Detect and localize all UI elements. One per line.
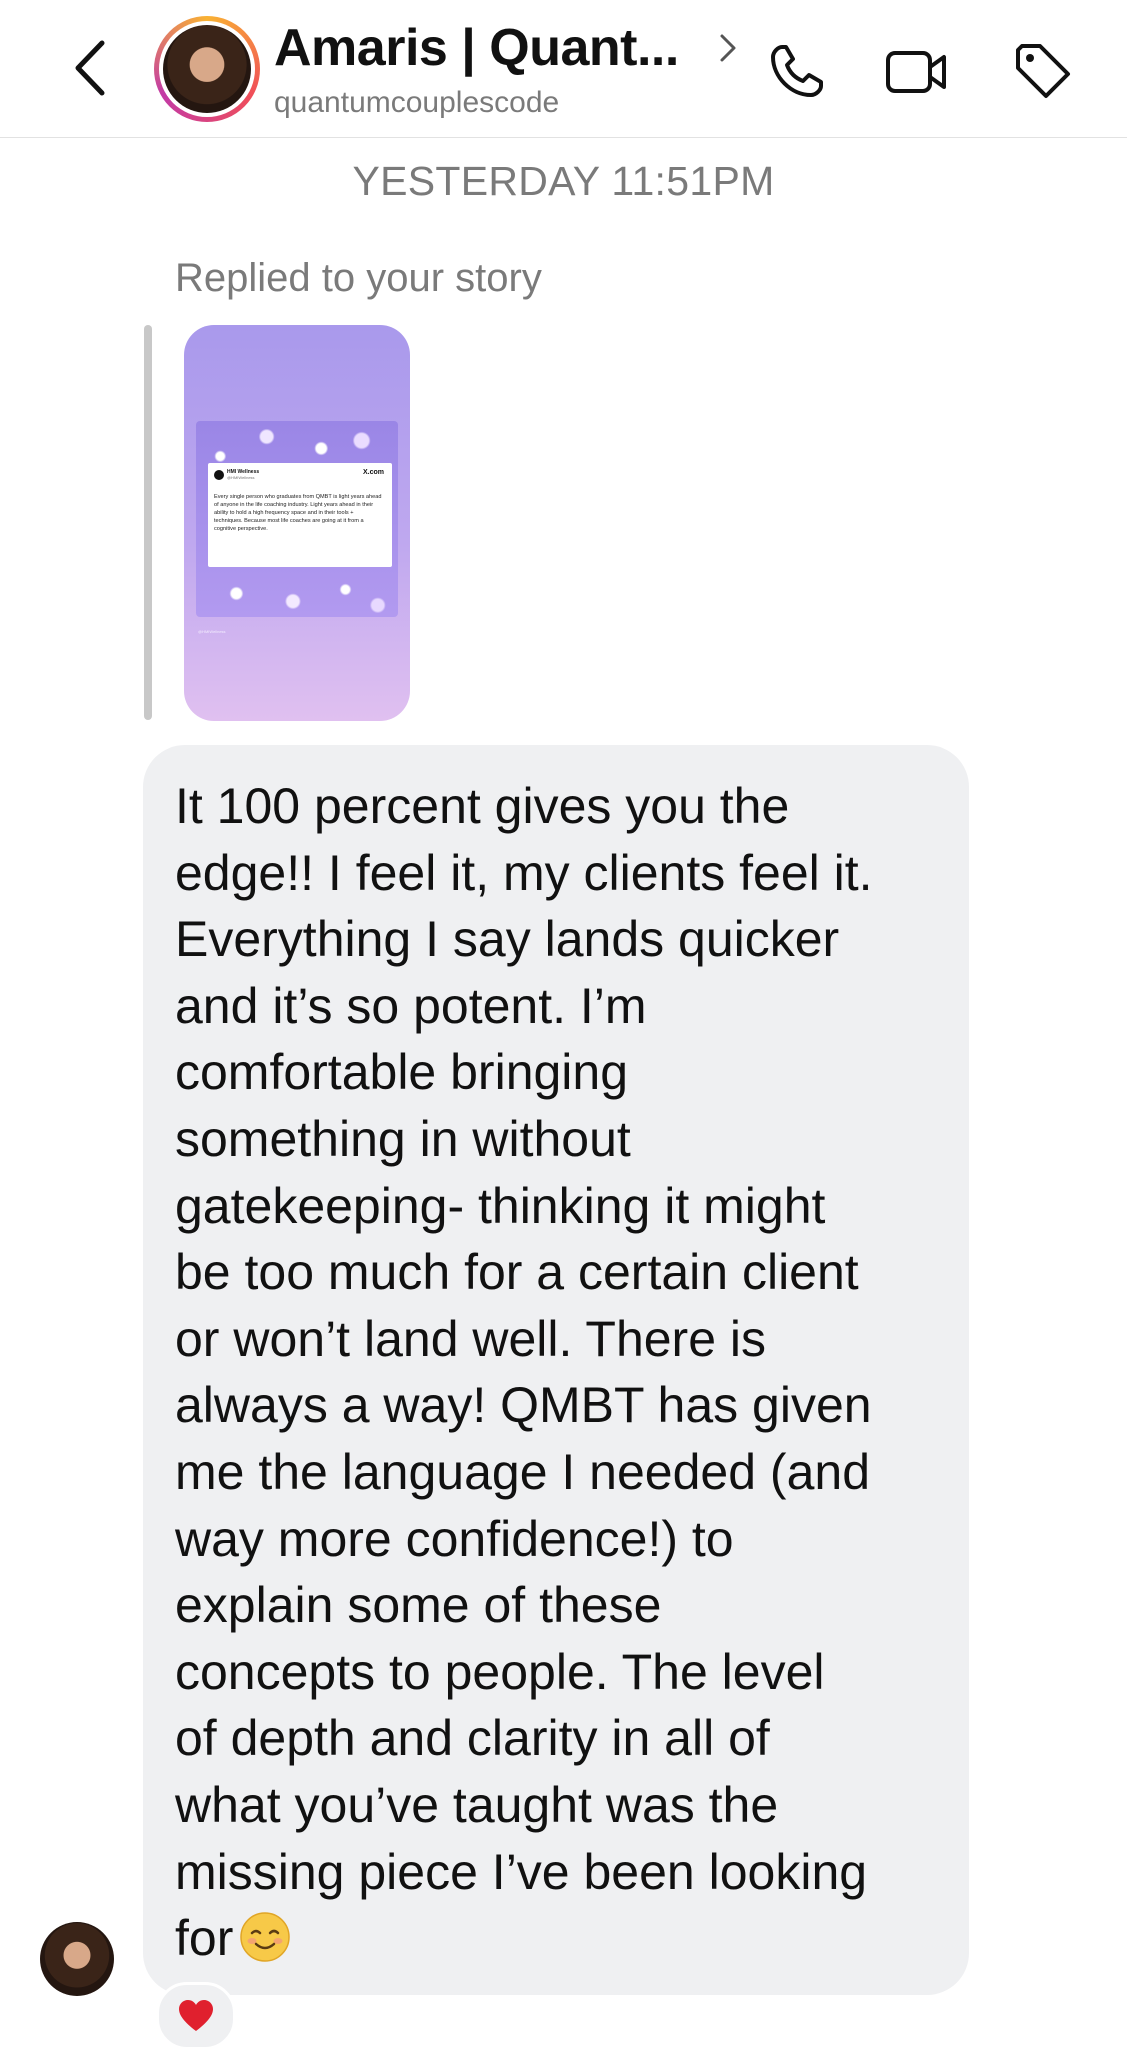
reply-indicator-bar xyxy=(144,325,152,720)
message-timestamp: YESTERDAY 11:51PM xyxy=(352,158,775,204)
replied-to-story-label: Replied to your story xyxy=(175,256,542,300)
message-line: explain some of these xyxy=(175,1577,662,1634)
message-line: of depth and clarity in all of xyxy=(175,1710,770,1767)
sender-avatar[interactable] xyxy=(40,1922,114,1996)
avatar-ring-inner xyxy=(159,21,255,117)
tweet-avatar xyxy=(214,470,224,480)
message-line: something in without xyxy=(175,1110,631,1167)
message-line: edge!! I feel it, my clients feel it. xyxy=(175,844,873,901)
story-tweet: HMI Wellness @HMIWellness X.com Every si… xyxy=(208,463,392,567)
heart-reaction[interactable] xyxy=(156,1982,236,2050)
message-line: way more confidence!) to xyxy=(175,1510,734,1567)
message-line: and it’s so potent. I’m xyxy=(175,977,647,1034)
video-camera-icon xyxy=(886,51,946,93)
message-text: It 100 percent gives you the edge!! I fe… xyxy=(175,773,955,1972)
message-line: comfortable bringing xyxy=(175,1044,629,1101)
phone-icon xyxy=(771,45,823,97)
smiling-face-icon xyxy=(240,1912,291,1962)
profile-avatar[interactable] xyxy=(154,16,260,122)
tweet-handle: @HMIWellness xyxy=(227,475,255,480)
story-thumbnail[interactable]: HMI Wellness @HMIWellness X.com Every si… xyxy=(184,325,410,721)
chevron-right-icon[interactable] xyxy=(716,30,740,66)
avatar-image xyxy=(163,25,251,113)
message-last-line: for xyxy=(175,1905,955,1972)
tweet-text: Every single person who graduates from Q… xyxy=(214,494,382,532)
contact-handle[interactable]: quantumcouplescode xyxy=(274,86,559,120)
tweet-source: X.com xyxy=(362,469,384,476)
message-line: or won’t land well. There is xyxy=(175,1310,767,1367)
message-line: for xyxy=(175,1910,234,1967)
message-line: concepts to people. The level xyxy=(175,1643,825,1700)
chevron-left-icon xyxy=(75,40,105,96)
chat-header: Amaris | Quant... quantumcouplescode xyxy=(0,0,1127,138)
tag-icon xyxy=(1016,44,1070,98)
tag-button[interactable] xyxy=(1010,38,1076,104)
message-line: be too much for a certain client xyxy=(175,1244,859,1301)
message-line: It 100 percent gives you the xyxy=(175,778,790,834)
message-line: always a way! QMBT has given xyxy=(175,1377,872,1434)
message-bubble[interactable]: It 100 percent gives you the edge!! I fe… xyxy=(143,745,969,1995)
message-line: me the language I needed (and xyxy=(175,1443,870,1500)
video-call-button[interactable] xyxy=(884,38,950,104)
message-line: gatekeeping- thinking it might xyxy=(175,1177,826,1234)
story-glitter-card: HMI Wellness @HMIWellness X.com Every si… xyxy=(196,421,398,617)
story-footer-handle: @HMIWellness xyxy=(198,629,226,634)
back-button[interactable] xyxy=(64,34,116,102)
message-line: what you’ve taught was the xyxy=(175,1776,779,1833)
red-heart-icon xyxy=(179,2000,213,2031)
message-line: Everything I say lands quicker xyxy=(175,911,840,968)
call-button[interactable] xyxy=(764,38,830,104)
message-line: missing piece I’ve been looking xyxy=(175,1843,868,1900)
contact-name[interactable]: Amaris | Quant... xyxy=(274,18,679,78)
